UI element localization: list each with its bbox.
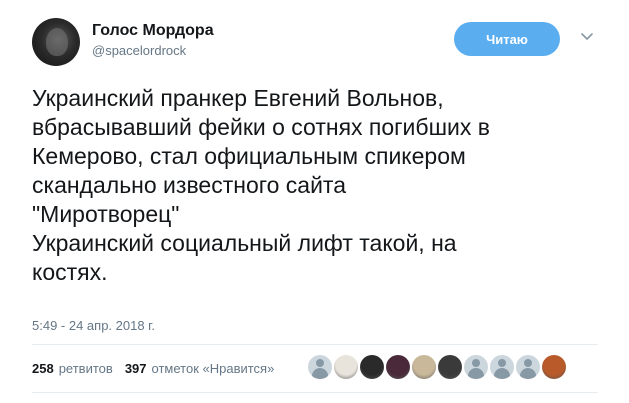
liker-avatar-7[interactable] xyxy=(464,355,488,379)
liker-avatar-2[interactable] xyxy=(334,355,358,379)
liker-avatar-6[interactable] xyxy=(438,355,462,379)
tweet-text: Украинский пранкер Евгений Вольнов, вбра… xyxy=(32,85,490,285)
liker-avatar-5[interactable] xyxy=(412,355,436,379)
retweets-count[interactable]: 258 xyxy=(32,361,54,376)
likes-label[interactable]: отметок «Нравится» xyxy=(152,361,275,376)
retweets-label[interactable]: ретвитов xyxy=(59,361,113,376)
divider xyxy=(32,392,598,393)
chevron-down-icon[interactable] xyxy=(578,28,596,46)
likes-count[interactable]: 397 xyxy=(125,361,147,376)
liker-avatar-8[interactable] xyxy=(490,355,514,379)
author-handle[interactable]: @spacelordrock xyxy=(92,43,186,58)
divider xyxy=(32,344,598,345)
tweet-timestamp[interactable]: 5:49 - 24 апр. 2018 г. xyxy=(32,318,155,333)
liker-avatars xyxy=(308,355,568,379)
follow-button[interactable]: Читаю xyxy=(454,22,560,56)
liker-avatar-10[interactable] xyxy=(542,355,566,379)
liker-avatar-3[interactable] xyxy=(360,355,384,379)
liker-avatar-9[interactable] xyxy=(516,355,540,379)
liker-avatar-4[interactable] xyxy=(386,355,410,379)
tweet-stats: 258 ретвитов 397 отметок «Нравится» xyxy=(32,356,274,380)
author-display-name[interactable]: Голос Мордора xyxy=(92,22,214,40)
liker-avatar-1[interactable] xyxy=(308,355,332,379)
author-avatar[interactable] xyxy=(32,18,80,66)
tweet-header: Голос Мордора @spacelordrock Читаю xyxy=(32,18,602,66)
